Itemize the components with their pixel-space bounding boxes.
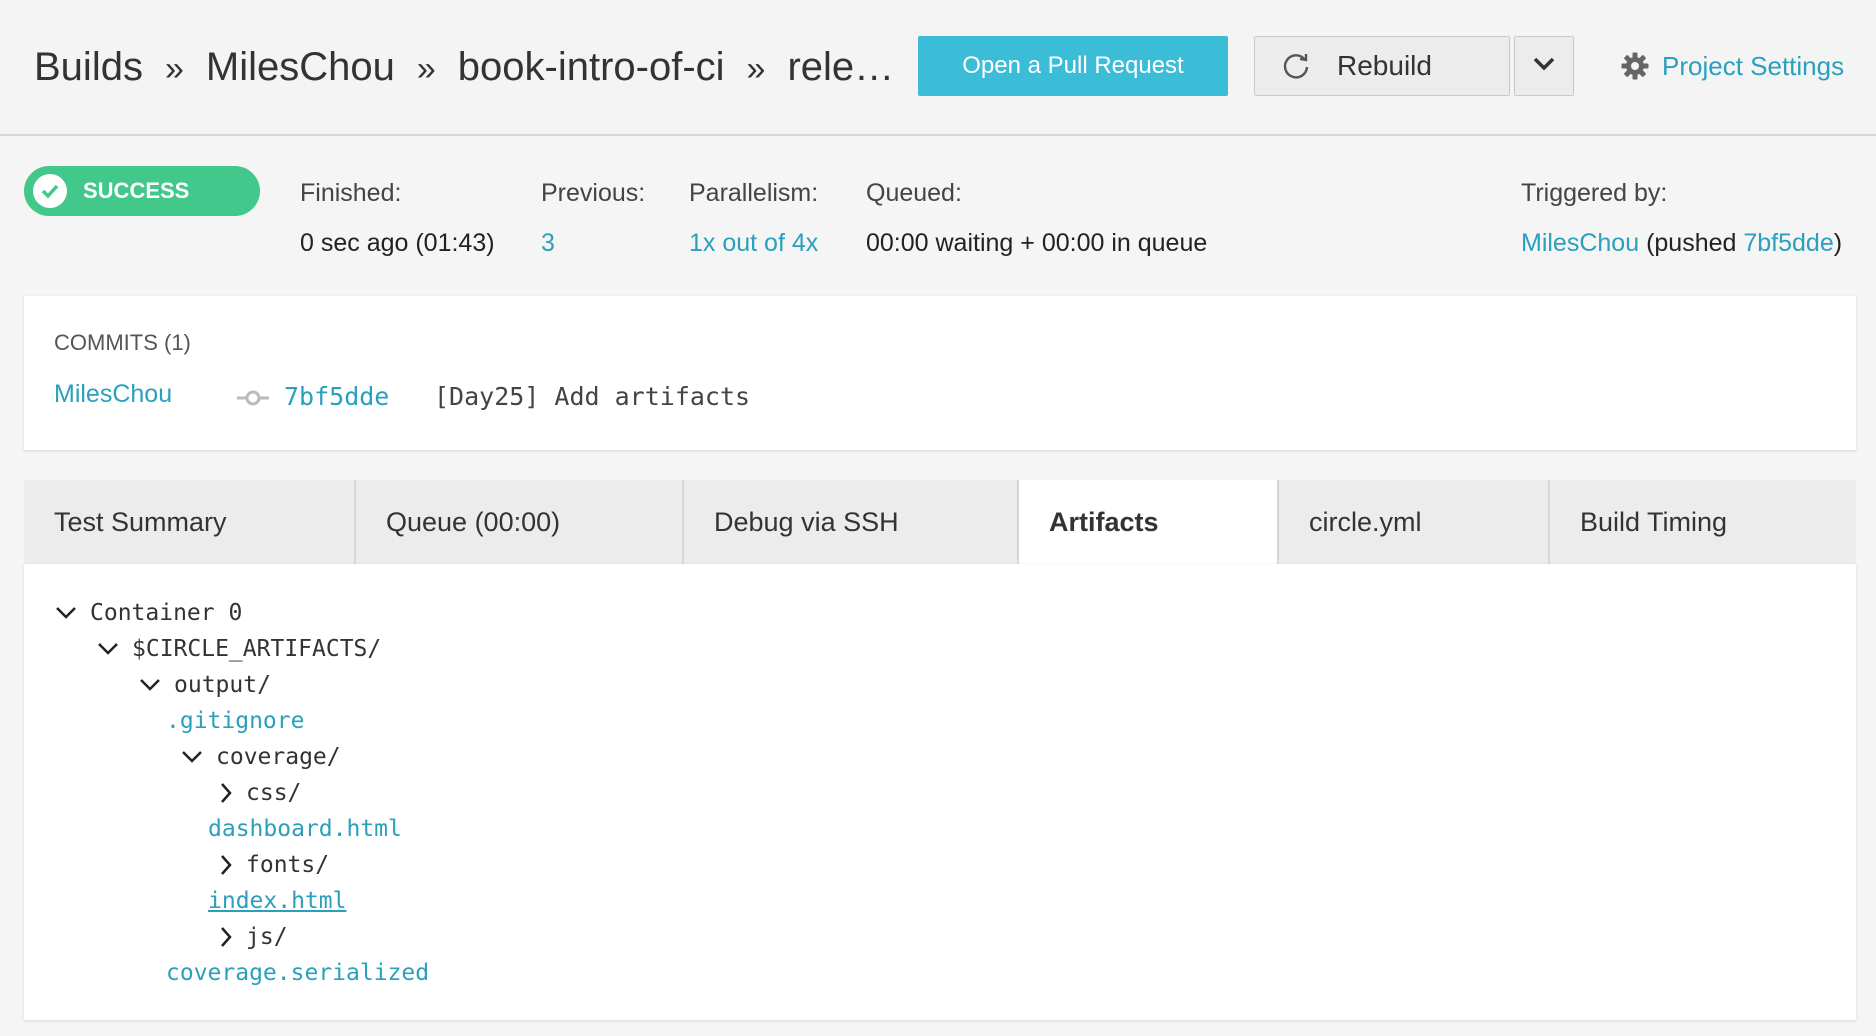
previous-label: Previous: <box>541 179 646 207</box>
tree-folder-fonts[interactable]: fonts/ <box>214 848 329 882</box>
breadcrumb-repo[interactable]: book-intro-of-ci <box>458 45 725 89</box>
rebuild-button[interactable]: Rebuild <box>1254 36 1510 96</box>
tree-label: Container 0 <box>90 600 243 626</box>
chevron-down-icon <box>1532 56 1556 77</box>
commit-sha-link[interactable]: 7bf5dde <box>284 382 389 411</box>
refresh-icon <box>1281 51 1311 81</box>
chevron-right-icon <box>214 925 238 949</box>
rebuild-label: Rebuild <box>1337 50 1432 81</box>
finished-info: Finished: 0 sec ago (01:43) <box>300 174 495 262</box>
tree-label: coverage/ <box>216 744 341 770</box>
breadcrumb-separator: » <box>746 50 766 88</box>
open-pull-request-button[interactable]: Open a Pull Request <box>918 36 1228 96</box>
tree-folder-output[interactable]: output/ <box>138 668 271 702</box>
parallelism-link[interactable]: 1x out of 4x <box>689 224 818 262</box>
commit-message: [Day25] Add artifacts <box>434 382 751 411</box>
chevron-down-icon <box>180 745 204 769</box>
gear-icon <box>1620 51 1650 81</box>
tab-queue[interactable]: Queue (00:00) <box>356 480 684 564</box>
triggered-info: Triggered by: MilesChou (pushed 7bf5dde) <box>1521 174 1842 262</box>
tab-build-timing[interactable]: Build Timing <box>1550 480 1856 564</box>
commit-author-link[interactable]: MilesChou <box>54 380 172 409</box>
previous-build-link[interactable]: 3 <box>541 224 645 262</box>
tree-label: output/ <box>174 672 271 698</box>
triggered-label: Triggered by: <box>1521 179 1668 207</box>
breadcrumb-user[interactable]: MilesChou <box>206 45 395 89</box>
tree-folder-css[interactable]: css/ <box>214 776 301 810</box>
tree-file-index-html[interactable]: index.html <box>208 884 346 918</box>
tree-file-coverage-serialized[interactable]: coverage.serialized <box>166 956 429 990</box>
triggered-user-link[interactable]: MilesChou <box>1521 229 1639 257</box>
tree-file-gitignore[interactable]: .gitignore <box>166 704 304 738</box>
rebuild-dropdown-button[interactable] <box>1514 36 1574 96</box>
page-header: Builds» MilesChou» book-intro-of-ci» rele… … <box>0 0 1876 136</box>
chevron-down-icon <box>54 601 78 625</box>
chevron-right-icon <box>214 781 238 805</box>
project-settings-link[interactable]: Project Settings <box>1620 44 1844 88</box>
project-settings-label: Project Settings <box>1662 50 1845 81</box>
breadcrumb: Builds » MilesChou » book-intro-of-ci » rele… <box>34 40 894 94</box>
triggered-value: MilesChou (pushed 7bf5dde) <box>1521 224 1842 262</box>
chevron-down-icon <box>96 637 120 661</box>
commits-title: COMMITS (1) <box>54 330 191 355</box>
tab-artifacts[interactable]: Artifacts <box>1019 480 1279 564</box>
chevron-down-icon <box>138 673 162 697</box>
tree-folder-circle-artifacts[interactable]: $CIRCLE_ARTIFACTS/ <box>96 632 381 666</box>
queued-value: 00:00 waiting + 00:00 in queue <box>866 229 1208 257</box>
queued-label: Queued: <box>866 179 962 207</box>
artifacts-panel: Container 0 $CIRCLE_ARTIFACTS/ output/ .… <box>24 564 1856 1020</box>
tree-folder-coverage[interactable]: coverage/ <box>180 740 341 774</box>
parallelism-info: Parallelism: 1x out of 4x <box>689 174 818 262</box>
commits-panel: COMMITS (1) MilesChou 7bf5dde [Day25] Ad… <box>24 296 1856 450</box>
commit-icon <box>236 388 270 413</box>
tab-test-summary[interactable]: Test Summary <box>24 480 356 564</box>
tree-label: fonts/ <box>246 852 330 878</box>
tree-folder-container-0[interactable]: Container 0 <box>54 596 242 630</box>
triggered-suffix: ) <box>1833 229 1843 257</box>
tree-label: css/ <box>246 780 302 806</box>
breadcrumb-builds[interactable]: Builds <box>34 45 143 89</box>
tree-label: $CIRCLE_ARTIFACTS/ <box>132 636 382 662</box>
tab-debug-via-ssh[interactable]: Debug via SSH <box>684 480 1019 564</box>
finished-label: Finished: <box>300 179 402 207</box>
check-icon <box>33 174 67 208</box>
tree-folder-js[interactable]: js/ <box>214 920 288 954</box>
queued-info: Queued: 00:00 waiting + 00:00 in queue <box>866 174 1207 262</box>
status-text: SUCCESS <box>83 178 190 203</box>
breadcrumb-separator: » <box>164 50 184 88</box>
status-badge: SUCCESS <box>24 166 260 216</box>
tree-file-dashboard-html[interactable]: dashboard.html <box>208 812 402 846</box>
finished-value: 0 sec ago (01:43) <box>300 229 495 257</box>
breadcrumb-separator: » <box>416 50 436 88</box>
previous-info: Previous: 3 <box>541 174 645 262</box>
chevron-right-icon <box>214 853 238 877</box>
tab-circle-yml[interactable]: circle.yml <box>1279 480 1550 564</box>
triggered-sha-link[interactable]: 7bf5dde <box>1743 229 1833 257</box>
triggered-pushed-text: (pushed <box>1646 229 1744 257</box>
build-tabs: Test Summary Queue (00:00) Debug via SSH… <box>24 480 1856 564</box>
tree-label: js/ <box>246 924 288 950</box>
parallelism-label: Parallelism: <box>689 179 819 207</box>
breadcrumb-branch[interactable]: rele… <box>787 45 894 89</box>
